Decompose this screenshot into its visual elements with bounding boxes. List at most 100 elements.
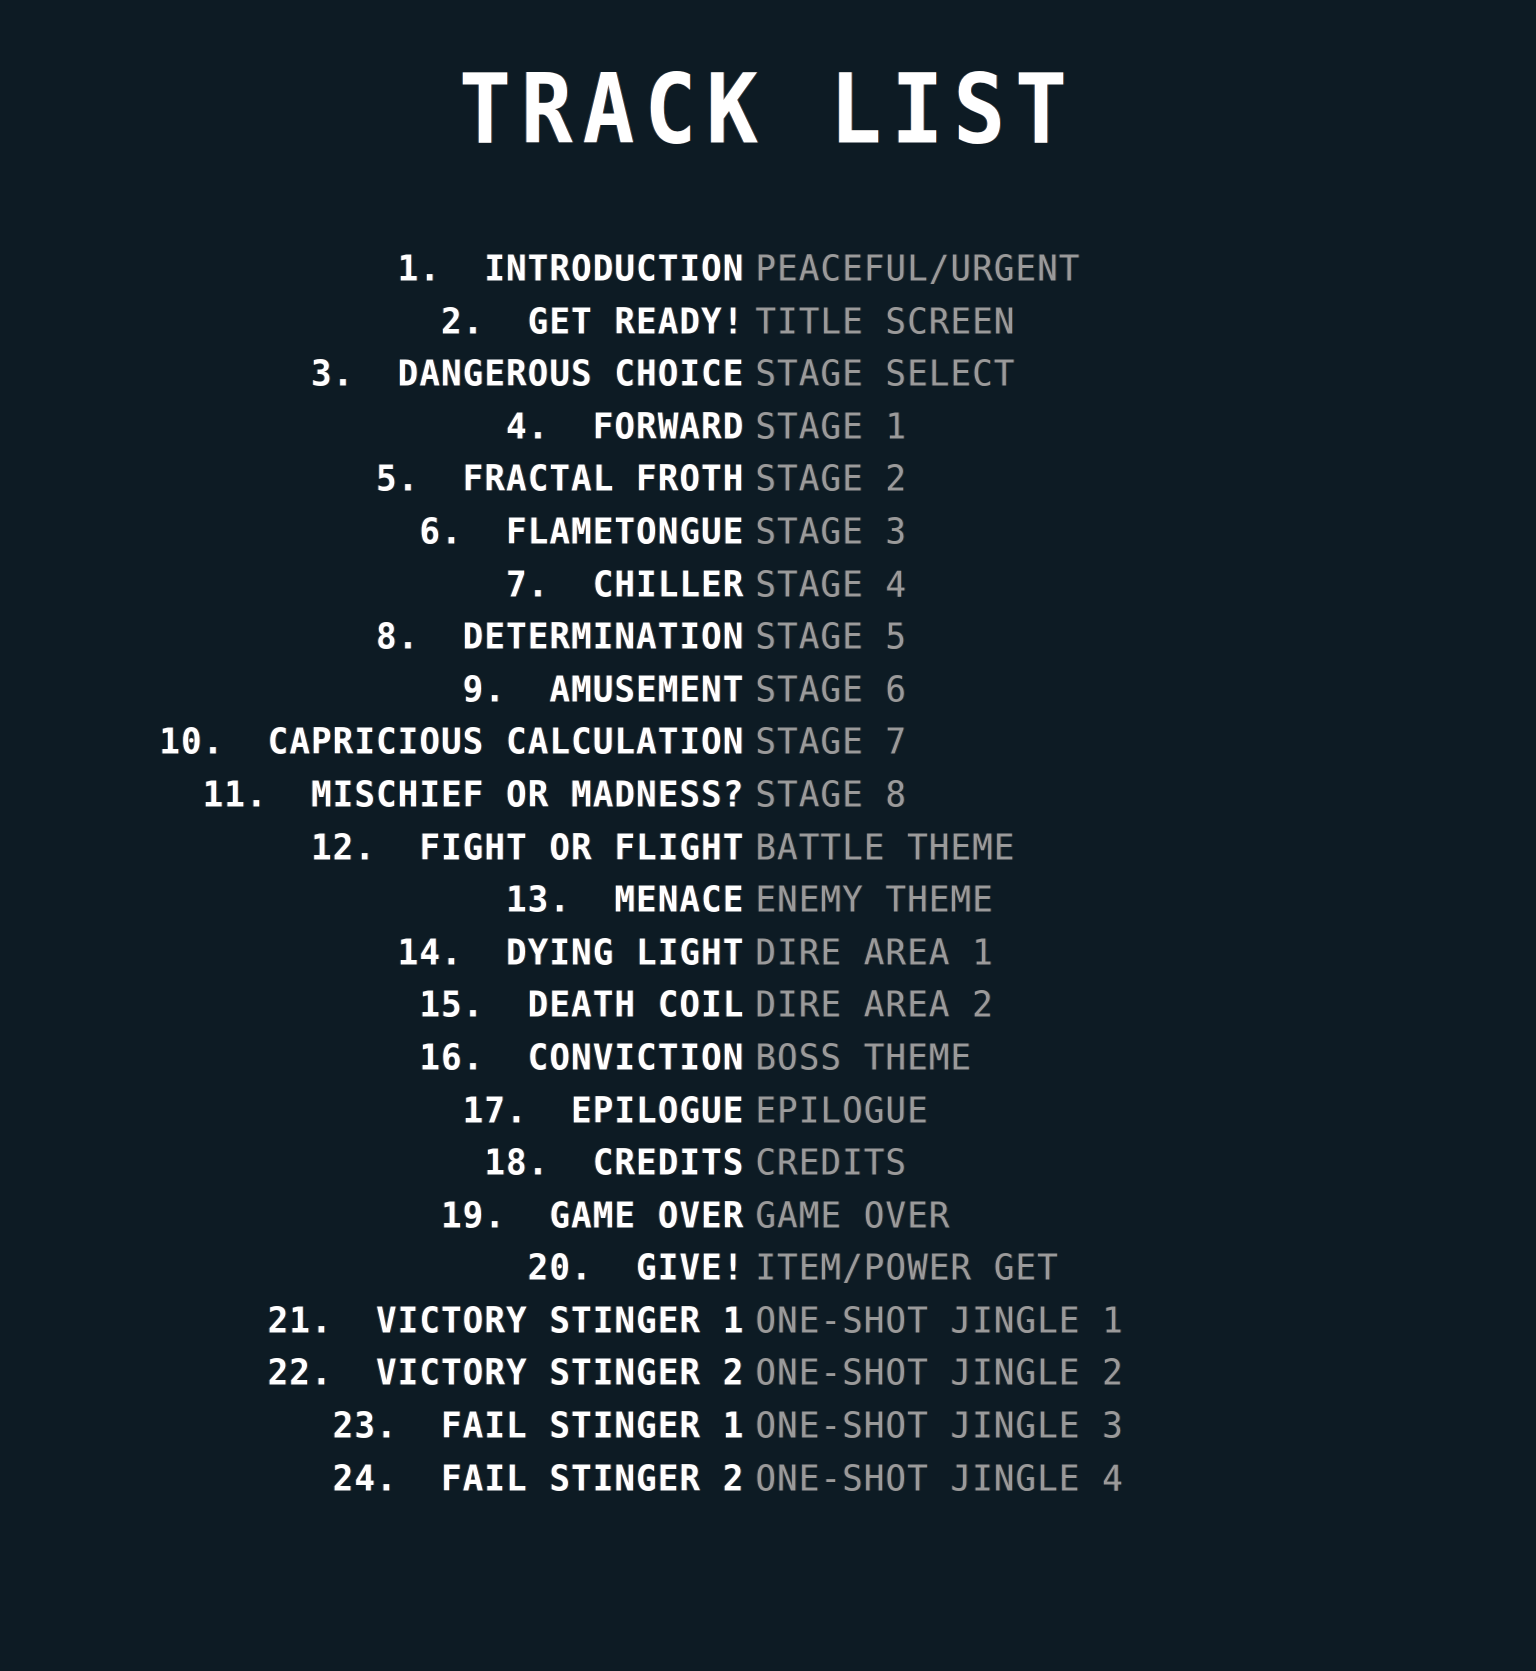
track-title: 16. CONVICTION: [0, 1031, 745, 1086]
track-number: 20.: [527, 1247, 593, 1290]
track-title: 9. AMUSEMENT: [0, 662, 745, 717]
track-row[interactable]: 15. DEATH COIL DIRE AREA 2: [0, 979, 1536, 1032]
track-title: 17. EPILOGUE: [0, 1083, 745, 1138]
track-row[interactable]: 12. FIGHT OR FLIGHT BATTLE THEME: [0, 822, 1536, 875]
track-number: 8.: [376, 616, 420, 659]
track-title: 19. GAME OVER: [0, 1188, 745, 1243]
track-title-text: FLAMETONGUE: [462, 510, 745, 553]
track-context: EPILOGUE: [755, 1089, 929, 1132]
track-row[interactable]: 7. CHILLER STAGE 4: [0, 559, 1536, 612]
track-title: 8. DETERMINATION: [0, 610, 745, 665]
track-number: 4.: [506, 405, 550, 448]
track-number: 9.: [462, 668, 507, 711]
track-row[interactable]: 17. EPILOGUE EPILOGUE: [0, 1085, 1536, 1138]
track-title-text: EPILOGUE: [527, 1089, 745, 1132]
track-title: 4. FORWARD: [0, 399, 745, 454]
track-title: 7. CHILLER: [0, 557, 745, 612]
track-row[interactable]: 8. DETERMINATION STAGE 5: [0, 611, 1536, 664]
track-row[interactable]: 9. AMUSEMENT STAGE 6: [0, 664, 1536, 717]
track-title: 5. FRACTAL FROTH: [0, 452, 745, 507]
track-title: 6. FLAMETONGUE: [0, 505, 745, 560]
track-context: ITEM/POWER GET: [755, 1247, 1059, 1290]
track-title-text: DETERMINATION: [419, 616, 745, 659]
track-title: 12. FIGHT OR FLIGHT: [0, 820, 745, 875]
track-row[interactable]: 16. CONVICTION BOSS THEME: [0, 1032, 1536, 1085]
track-row[interactable]: 18. CREDITS CREDITS: [0, 1137, 1536, 1190]
track-number: 7.: [506, 563, 550, 606]
track-row[interactable]: 1. INTRODUCTION PEACEFUL/URGENT: [0, 243, 1536, 296]
track-title-text: VICTORY STINGER 1: [332, 1299, 745, 1342]
track-title-text: FIGHT OR FLIGHT: [376, 826, 745, 869]
track-number: 19.: [441, 1194, 507, 1237]
track-context: DIRE AREA 2: [755, 984, 994, 1027]
track-title-text: CONVICTION: [484, 1036, 745, 1079]
track-row[interactable]: 23. FAIL STINGER 1 ONE-SHOT JINGLE 3: [0, 1400, 1536, 1453]
track-row[interactable]: 20. GIVE! ITEM/POWER GET: [0, 1242, 1536, 1295]
track-title-text: INTRODUCTION: [441, 247, 745, 290]
track-row[interactable]: 13. MENACE ENEMY THEME: [0, 874, 1536, 927]
track-context: STAGE SELECT: [755, 353, 1016, 396]
track-title: 20. GIVE!: [0, 1241, 745, 1296]
track-number: 23.: [332, 1405, 398, 1448]
track-number: 3.: [311, 353, 355, 396]
track-row[interactable]: 11. MISCHIEF OR MADNESS? STAGE 8: [0, 769, 1536, 822]
track-title: 13. MENACE: [0, 873, 745, 928]
track-row[interactable]: 3. DANGEROUS CHOICE STAGE SELECT: [0, 348, 1536, 401]
track-context: STAGE 6: [755, 668, 908, 711]
track-context: ENEMY THEME: [755, 879, 994, 922]
track-number: 14.: [397, 931, 463, 974]
track-row[interactable]: 19. GAME OVER GAME OVER: [0, 1190, 1536, 1243]
page-title: TRACK LIST: [459, 54, 1077, 167]
track-title-text: VICTORY STINGER 2: [332, 1352, 745, 1395]
track-row[interactable]: 5. FRACTAL FROTH STAGE 2: [0, 453, 1536, 506]
track-title-text: MISCHIEF OR MADNESS?: [267, 773, 745, 816]
track-title: 1. INTRODUCTION: [0, 242, 745, 297]
track-title: 2. GET READY!: [0, 294, 745, 349]
track-title-text: DEATH COIL: [484, 984, 745, 1027]
track-title: 22. VICTORY STINGER 2: [0, 1346, 745, 1401]
track-row[interactable]: 10. CAPRICIOUS CALCULATION STAGE 7: [0, 716, 1536, 769]
track-number: 15.: [419, 984, 485, 1027]
track-title-text: CHILLER: [549, 563, 745, 606]
track-row[interactable]: 6. FLAMETONGUE STAGE 3: [0, 506, 1536, 559]
track-context: BATTLE THEME: [755, 826, 1016, 869]
track-number: 2.: [441, 300, 485, 343]
track-context: ONE-SHOT JINGLE 4: [755, 1457, 1124, 1500]
track-context: TITLE SCREEN: [755, 300, 1016, 343]
track-number: 6.: [419, 510, 463, 553]
track-context: PEACEFUL/URGENT: [755, 247, 1081, 290]
track-context: GAME OVER: [755, 1194, 951, 1237]
track-title-text: FAIL STINGER 2: [397, 1457, 745, 1500]
track-number: 1.: [397, 247, 442, 290]
page-title-container: TRACK LIST: [0, 62, 1536, 158]
track-row[interactable]: 4. FORWARD STAGE 1: [0, 401, 1536, 454]
track-context: DIRE AREA 1: [755, 931, 994, 974]
track-context: STAGE 3: [755, 510, 908, 553]
track-context: STAGE 4: [755, 563, 908, 606]
track-context: STAGE 7: [755, 721, 908, 764]
track-row[interactable]: 21. VICTORY STINGER 1 ONE-SHOT JINGLE 1: [0, 1295, 1536, 1348]
track-context: STAGE 8: [755, 773, 908, 816]
track-row[interactable]: 2. GET READY! TITLE SCREEN: [0, 296, 1536, 349]
track-row[interactable]: 14. DYING LIGHT DIRE AREA 1: [0, 927, 1536, 980]
track-number: 21.: [267, 1299, 333, 1342]
track-context: STAGE 5: [755, 616, 908, 659]
track-number: 17.: [462, 1089, 528, 1132]
track-number: 18.: [484, 1142, 550, 1185]
track-number: 5.: [376, 458, 420, 501]
track-title-text: GET READY!: [484, 300, 745, 343]
track-title: 10. CAPRICIOUS CALCULATION: [0, 715, 745, 770]
track-title: 3. DANGEROUS CHOICE: [0, 347, 745, 402]
track-list: 1. INTRODUCTION PEACEFUL/URGENT 2. GET REA…: [0, 243, 1536, 1505]
track-title-text: CAPRICIOUS CALCULATION: [224, 721, 745, 764]
track-title-text: FAIL STINGER 1: [397, 1405, 745, 1448]
track-title: 11. MISCHIEF OR MADNESS?: [0, 768, 745, 823]
track-row[interactable]: 24. FAIL STINGER 2 ONE-SHOT JINGLE 4: [0, 1453, 1536, 1506]
track-title-text: DANGEROUS CHOICE: [354, 353, 745, 396]
track-title-text: DYING LIGHT: [462, 931, 745, 974]
track-title: 15. DEATH COIL: [0, 978, 745, 1033]
track-context: ONE-SHOT JINGLE 1: [755, 1299, 1124, 1342]
track-row[interactable]: 22. VICTORY STINGER 2 ONE-SHOT JINGLE 2: [0, 1347, 1536, 1400]
track-context: STAGE 1: [755, 405, 908, 448]
track-title-text: CREDITS: [549, 1142, 745, 1185]
